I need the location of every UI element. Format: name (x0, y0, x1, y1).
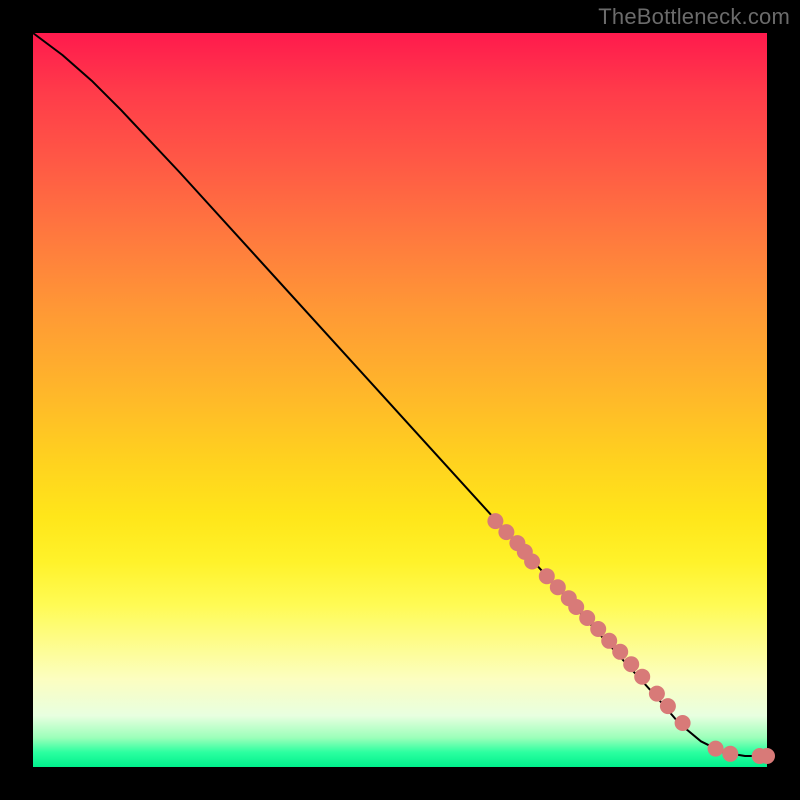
plot-overlay (33, 33, 767, 767)
data-point (649, 686, 665, 702)
data-point (524, 554, 540, 570)
watermark-text: TheBottleneck.com (598, 4, 790, 30)
data-point (612, 644, 628, 660)
data-point (708, 741, 724, 757)
data-point (590, 621, 606, 637)
data-point (634, 669, 650, 685)
data-point (660, 698, 676, 714)
data-point (623, 656, 639, 672)
bottleneck-curve (33, 33, 767, 756)
data-point (759, 748, 775, 764)
chart-stage: TheBottleneck.com (0, 0, 800, 800)
scatter-points (487, 513, 775, 764)
data-point (722, 746, 738, 762)
data-point (675, 715, 691, 731)
